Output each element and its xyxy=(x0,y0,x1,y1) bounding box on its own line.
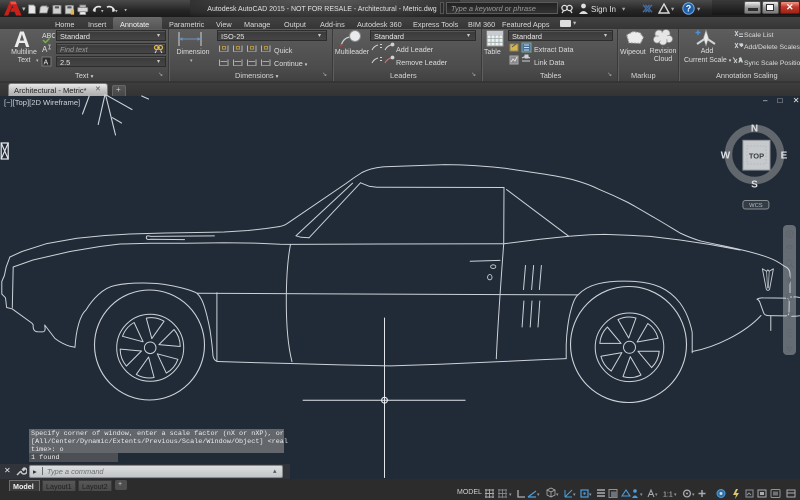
svg-text:▾: ▾ xyxy=(537,492,540,498)
svg-text:WCS: WCS xyxy=(749,203,763,209)
svg-text:W: W xyxy=(721,151,731,162)
svg-text:▾: ▾ xyxy=(640,492,643,498)
svg-text:E: E xyxy=(781,151,788,162)
svg-text:▾: ▾ xyxy=(556,492,559,498)
svg-text:▾: ▾ xyxy=(674,492,677,498)
svg-text:▾: ▾ xyxy=(573,492,576,498)
svg-text:▾: ▾ xyxy=(589,492,592,498)
svg-text:1:1: 1:1 xyxy=(663,492,673,499)
svg-text:S: S xyxy=(751,180,758,191)
svg-text:TOP: TOP xyxy=(749,152,764,161)
svg-text:N: N xyxy=(751,124,758,135)
svg-text:▾: ▾ xyxy=(509,492,512,498)
svg-text:▾: ▾ xyxy=(692,492,695,498)
svg-text:▾: ▾ xyxy=(655,492,658,498)
